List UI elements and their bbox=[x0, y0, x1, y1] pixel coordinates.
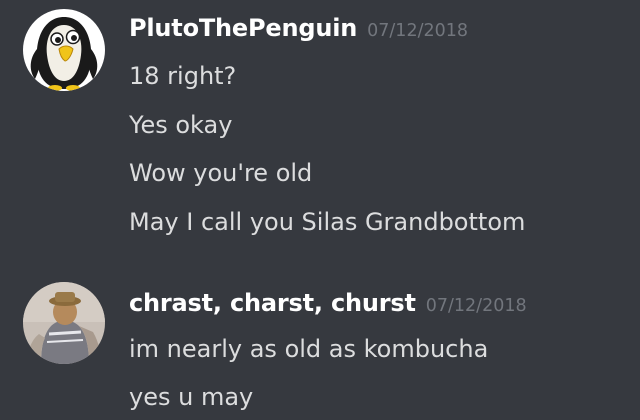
message-text: im nearly as old as kombucha bbox=[129, 335, 489, 363]
message-text: May I call you Silas Grandbottom bbox=[129, 208, 526, 236]
username[interactable]: chrast, charst, churst bbox=[129, 289, 416, 317]
penguin-avatar-icon bbox=[23, 9, 105, 91]
username[interactable]: PlutoThePenguin bbox=[129, 14, 357, 42]
message-header: chrast, charst, churst 07/12/2018 bbox=[129, 289, 527, 317]
message-text: Yes okay bbox=[129, 111, 233, 139]
photo-avatar-icon bbox=[23, 282, 105, 364]
timestamp: 07/12/2018 bbox=[367, 21, 469, 41]
message-text: 18 right? bbox=[129, 62, 237, 90]
user-avatar-photo[interactable] bbox=[23, 282, 105, 364]
message-text: Wow you're old bbox=[129, 159, 313, 187]
timestamp: 07/12/2018 bbox=[425, 296, 527, 316]
message-text: yes u may bbox=[129, 383, 254, 411]
message-header: PlutoThePenguin 07/12/2018 bbox=[129, 14, 468, 42]
user-avatar-penguin[interactable] bbox=[23, 9, 105, 91]
